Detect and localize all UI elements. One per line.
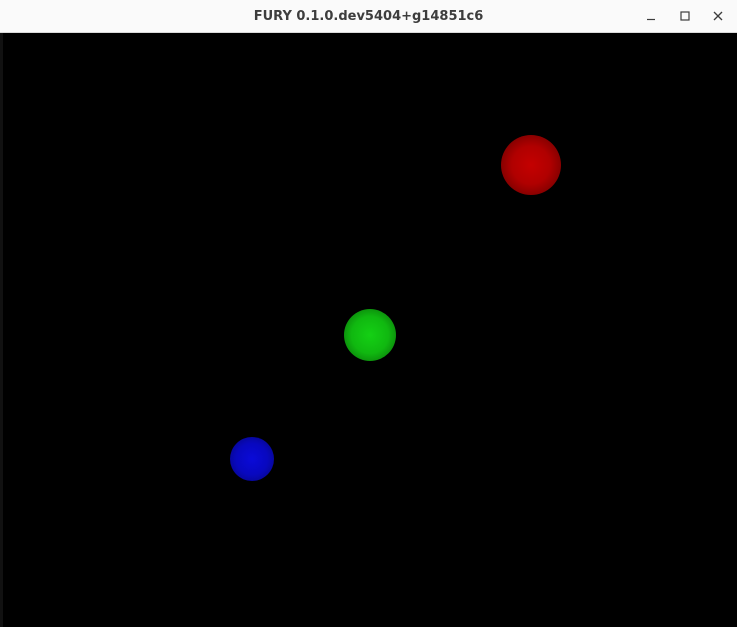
minimize-button[interactable] <box>638 4 664 28</box>
green-sphere <box>344 309 396 361</box>
close-button[interactable] <box>705 4 731 28</box>
red-sphere <box>501 135 561 195</box>
maximize-icon <box>680 11 690 21</box>
blue-sphere <box>230 437 274 481</box>
window-title: FURY 0.1.0.dev5404+g14851c6 <box>253 9 484 24</box>
viewport-left-edge <box>0 33 3 627</box>
maximize-button[interactable] <box>672 4 698 28</box>
close-icon <box>713 11 723 21</box>
title-bar[interactable]: FURY 0.1.0.dev5404+g14851c6 <box>0 0 737 33</box>
app-window: FURY 0.1.0.dev5404+g14851c6 <box>0 0 737 627</box>
minimize-icon <box>646 11 656 21</box>
render-viewport[interactable] <box>0 33 737 627</box>
